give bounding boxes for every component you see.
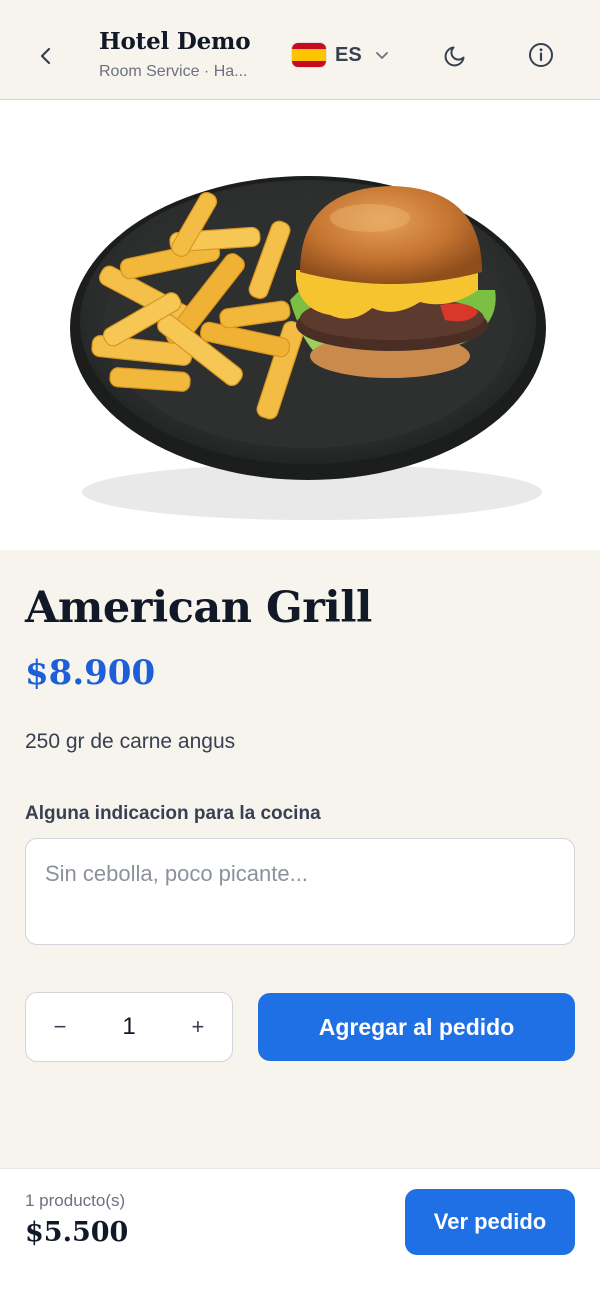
info-button[interactable] — [519, 33, 563, 77]
increase-quantity-button[interactable]: + — [164, 993, 232, 1061]
language-selector[interactable]: ES — [284, 36, 396, 74]
product-price: $8.900 — [25, 653, 156, 693]
dark-mode-toggle[interactable] — [434, 33, 478, 77]
spain-flag-icon — [292, 43, 326, 67]
product-description: 250 gr de carne angus — [25, 730, 236, 753]
product-title: American Grill — [25, 583, 372, 633]
add-to-order-button[interactable]: Agregar al pedido — [258, 993, 575, 1061]
kitchen-note-input[interactable] — [25, 838, 575, 945]
back-icon — [40, 47, 51, 65]
top-bar: Hotel Demo Room Service · Ha... ES — [0, 0, 600, 100]
hotel-name: Hotel Demo — [99, 28, 251, 55]
cart-summary-bar: 1 producto(s) $5.500 Ver pedido — [0, 1168, 600, 1298]
product-image — [0, 100, 600, 550]
back-button[interactable] — [24, 34, 68, 78]
language-code: ES — [335, 43, 362, 66]
cart-total: $5.500 — [25, 1217, 129, 1248]
info-icon — [529, 43, 553, 67]
decrease-quantity-button[interactable]: − — [26, 993, 94, 1061]
moon-icon — [444, 46, 465, 67]
view-order-button[interactable]: Ver pedido — [405, 1189, 575, 1255]
kitchen-note-label: Alguna indicacion para la cocina — [25, 803, 321, 824]
cart-item-count: 1 producto(s) — [25, 1191, 126, 1210]
chevron-down-icon — [374, 47, 390, 63]
hotel-subtitle: Room Service · Ha... — [99, 63, 248, 80]
quantity-stepper: − 1 + — [25, 992, 233, 1062]
quantity-value: 1 — [122, 1013, 136, 1040]
